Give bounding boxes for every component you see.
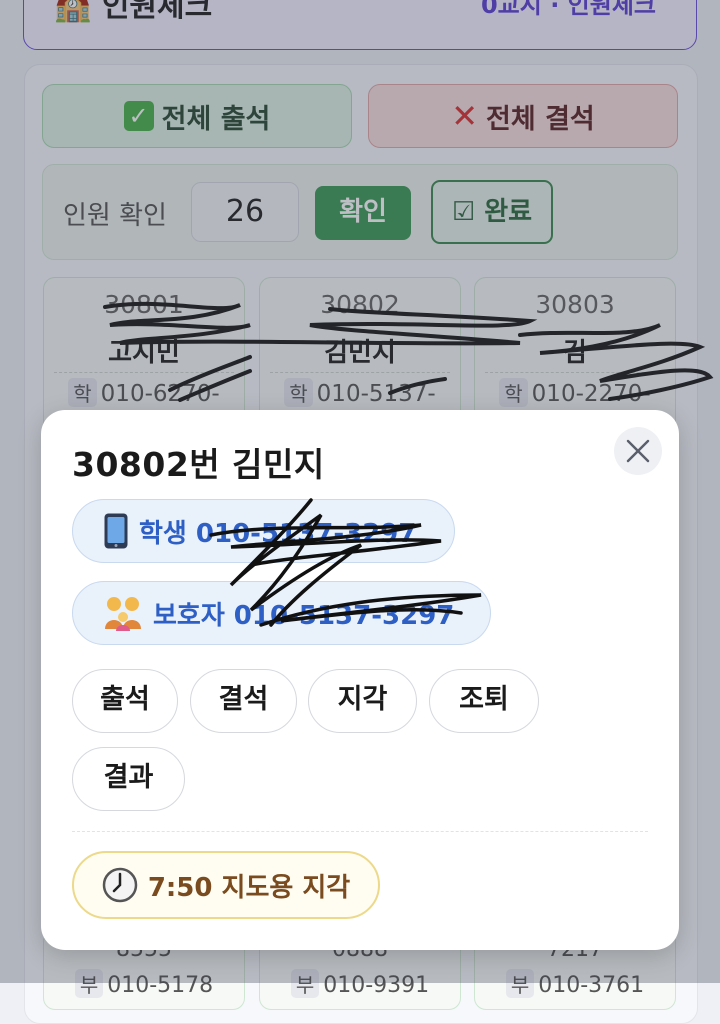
clock-icon — [102, 867, 138, 903]
close-button[interactable] — [614, 427, 662, 475]
late-preset-label: 7:50 지도용 지각 — [147, 872, 351, 903]
call-student-button[interactable]: 학생 010-5137-3297 — [72, 499, 455, 563]
family-icon — [105, 597, 141, 631]
late-preset-button[interactable]: 7:50 지도용 지각 — [72, 851, 380, 919]
mobile-phone-icon — [104, 513, 128, 549]
close-icon — [626, 439, 650, 463]
student-detail-modal: 30802번 김민지 학생 010-5137-3297 보호자 010-5137… — [41, 410, 679, 950]
status-absent-button[interactable]: 결석 — [190, 669, 297, 733]
modal-divider — [72, 831, 648, 832]
status-present-button[interactable]: 출석 — [72, 669, 178, 733]
status-result-button[interactable]: 결과 — [72, 747, 185, 811]
call-parent-button[interactable]: 보호자 010-5137-3297 — [72, 581, 491, 645]
modal-title: 30802번 김민지 — [72, 445, 325, 484]
status-early-leave-button[interactable]: 조퇴 — [429, 669, 539, 733]
parent-contact-label: 보호자 010-5137-3297 — [153, 600, 455, 631]
status-late-button[interactable]: 지각 — [308, 669, 417, 733]
student-contact-label: 학생 010-5137-3297 — [139, 518, 417, 549]
